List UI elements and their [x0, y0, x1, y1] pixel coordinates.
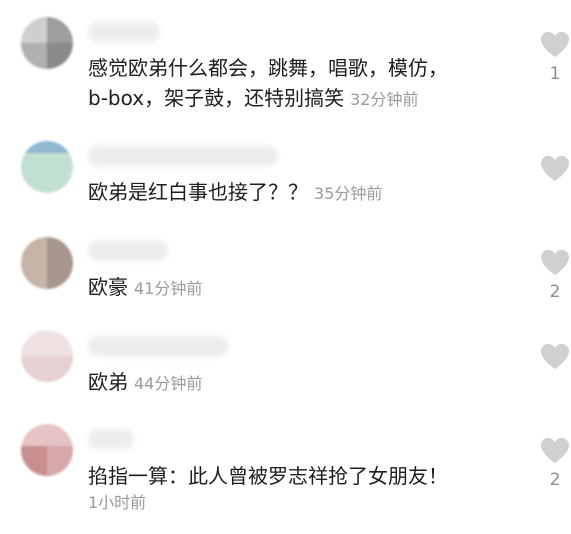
- like-count: 1: [549, 64, 561, 84]
- timestamp: 41分钟前: [134, 279, 203, 298]
- avatar[interactable]: [21, 330, 73, 382]
- comment-text: 感觉欧弟什么都会，跳舞，唱歌，模仿， b-box，架子鼓，还特别搞笑 32分钟前: [88, 53, 503, 115]
- like-button[interactable]: [537, 155, 571, 188]
- heart-icon: [541, 155, 569, 182]
- like-button[interactable]: 1: [537, 31, 571, 84]
- avatar[interactable]: [21, 141, 73, 193]
- comment-line: b-box，架子鼓，还特别搞笑: [88, 86, 345, 110]
- avatar[interactable]: [21, 237, 73, 289]
- comment-text: 欧豪 41分钟前: [88, 272, 503, 304]
- heart-icon: [541, 437, 569, 464]
- like-count: 2: [549, 470, 561, 490]
- timestamp: 32分钟前: [350, 90, 419, 109]
- timestamp: 44分钟前: [134, 374, 203, 393]
- comment-line: 掐指一算：此人曾被罗志祥抢了女朋友！: [88, 464, 448, 488]
- comment-text: 掐指一算：此人曾被罗志祥抢了女朋友！ 1小时前: [88, 461, 503, 515]
- username[interactable]: [88, 429, 134, 449]
- like-count: 2: [549, 282, 561, 302]
- username[interactable]: [88, 336, 228, 356]
- avatar[interactable]: [21, 424, 73, 476]
- like-button[interactable]: [537, 343, 571, 376]
- comment-text: 欧弟是红白事也接了？？ 35分钟前: [88, 177, 503, 209]
- heart-icon: [541, 249, 569, 276]
- comment-line: 欧弟是红白事也接了？？: [88, 180, 308, 204]
- username[interactable]: [88, 22, 160, 42]
- like-button[interactable]: 2: [537, 437, 571, 490]
- comment-text: 欧弟 44分钟前: [88, 367, 503, 399]
- timestamp: 1小时前: [88, 493, 147, 512]
- like-button[interactable]: 2: [537, 249, 571, 302]
- heart-icon: [541, 343, 569, 370]
- comment-line: 欧弟: [88, 370, 128, 394]
- avatar[interactable]: [21, 17, 73, 69]
- username[interactable]: [88, 146, 278, 166]
- timestamp: 35分钟前: [314, 184, 383, 203]
- comment-line: 欧豪: [88, 275, 128, 299]
- comment-line: 感觉欧弟什么都会，跳舞，唱歌，模仿，: [88, 56, 448, 80]
- username[interactable]: [88, 241, 168, 261]
- heart-icon: [541, 31, 569, 58]
